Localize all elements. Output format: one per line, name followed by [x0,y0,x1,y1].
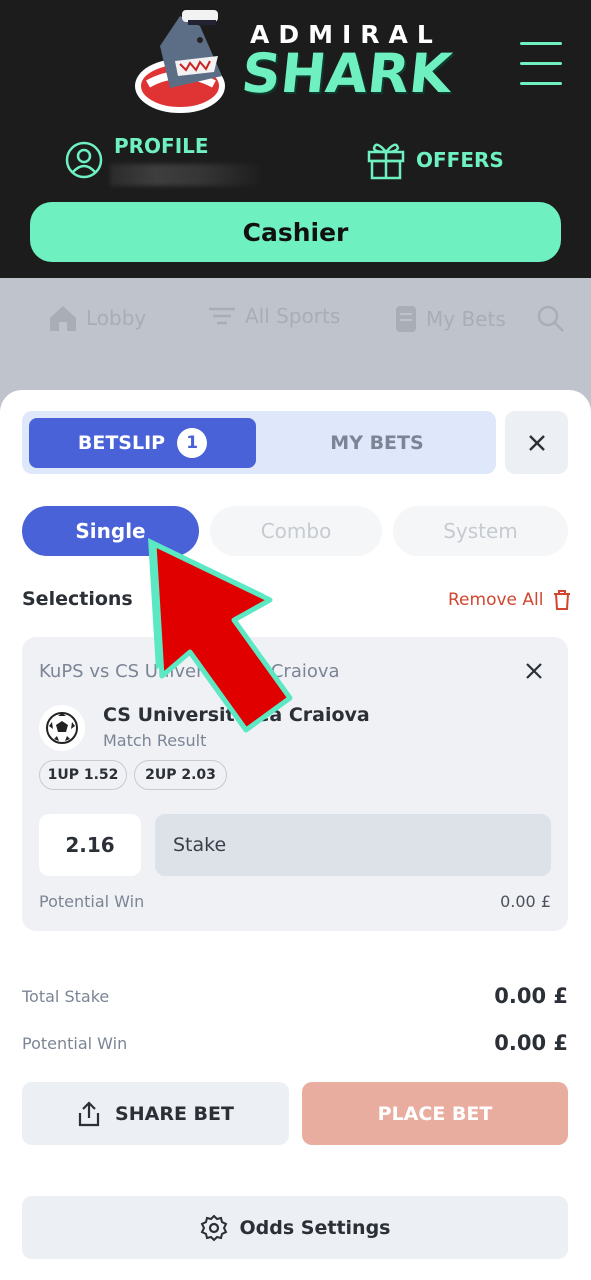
nav-my-bets[interactable]: My Bets [394,304,506,334]
menu-icon-bar [520,82,562,85]
tab-betslip-label: BETSLIP [77,432,166,454]
gear-icon [200,1214,227,1241]
tab-my-bets[interactable]: MY BETS [272,418,482,468]
selection-potential-win-value: 0.00 £ [500,892,551,911]
selection-odds: 2.16 [39,814,141,876]
brand-word-shark: SHARK [238,42,455,105]
filter-icon [209,307,235,325]
total-stake-value: 0.00 £ [494,984,568,1008]
nav-all-sports-label: All Sports [245,304,341,328]
betslip-count-badge: 1 [177,428,208,458]
profile-label: PROFILE [114,134,209,158]
place-bet-button[interactable]: PLACE BET [302,1082,568,1145]
menu-button[interactable] [520,42,562,88]
annotation-arrow [148,538,293,733]
close-betslip-button[interactable] [505,411,568,474]
shark-mascot-icon [135,10,225,113]
share-icon [78,1100,100,1126]
nav-search[interactable] [536,304,574,334]
remove-all-label: Remove All [448,590,544,610]
early-payout-chip: 2UP 2.03 [134,760,227,790]
total-stake-label: Total Stake [22,987,110,1006]
potential-win-label: Potential Win [22,1034,128,1053]
tab-betslip[interactable]: BETSLIP 1 [29,418,256,468]
trash-icon [554,590,571,610]
nav-lobby[interactable]: Lobby [48,304,146,332]
close-icon [528,434,545,451]
offers-label: OFFERS [416,148,504,172]
profile-link[interactable]: PROFILE [64,134,274,190]
remove-selection-icon[interactable] [522,659,546,683]
odds-settings-button[interactable]: Odds Settings [22,1196,568,1259]
app-header: ADMIRAL SHARK PROFILE OFFERS Cashier [0,0,591,278]
potential-win-value: 0.00 £ [494,1031,568,1055]
home-icon [50,306,76,331]
menu-icon [520,42,562,45]
share-bet-label: SHARE BET [115,1102,234,1125]
gift-icon [367,143,405,180]
selections-title: Selections [22,588,133,610]
nav-my-bets-label: My Bets [426,307,506,331]
offers-link[interactable]: OFFERS [366,138,516,182]
nav-lobby-label: Lobby [86,306,147,330]
odds-settings-label: Odds Settings [239,1216,391,1239]
remove-all-button[interactable]: Remove All [448,590,571,610]
brand-logo[interactable]: ADMIRAL SHARK [130,6,470,114]
betslip-tabs: BETSLIP 1 MY BETS [22,411,496,474]
nav-all-sports[interactable]: All Sports [207,304,340,328]
search-icon [537,305,564,332]
user-icon [65,141,103,179]
cashier-button[interactable]: Cashier [30,202,561,262]
mode-system-button[interactable]: System [393,506,568,556]
menu-icon-bar [520,62,562,65]
stake-input[interactable] [155,814,551,876]
redacted-username [110,164,264,186]
football-icon [39,705,85,751]
sports-nav: Lobby All Sports My Bets [0,278,591,390]
selection-potential-win-label: Potential Win [39,892,145,911]
early-payout-chip: 1UP 1.52 [39,760,127,790]
ticket-icon [396,306,416,332]
share-bet-button[interactable]: SHARE BET [22,1082,289,1145]
